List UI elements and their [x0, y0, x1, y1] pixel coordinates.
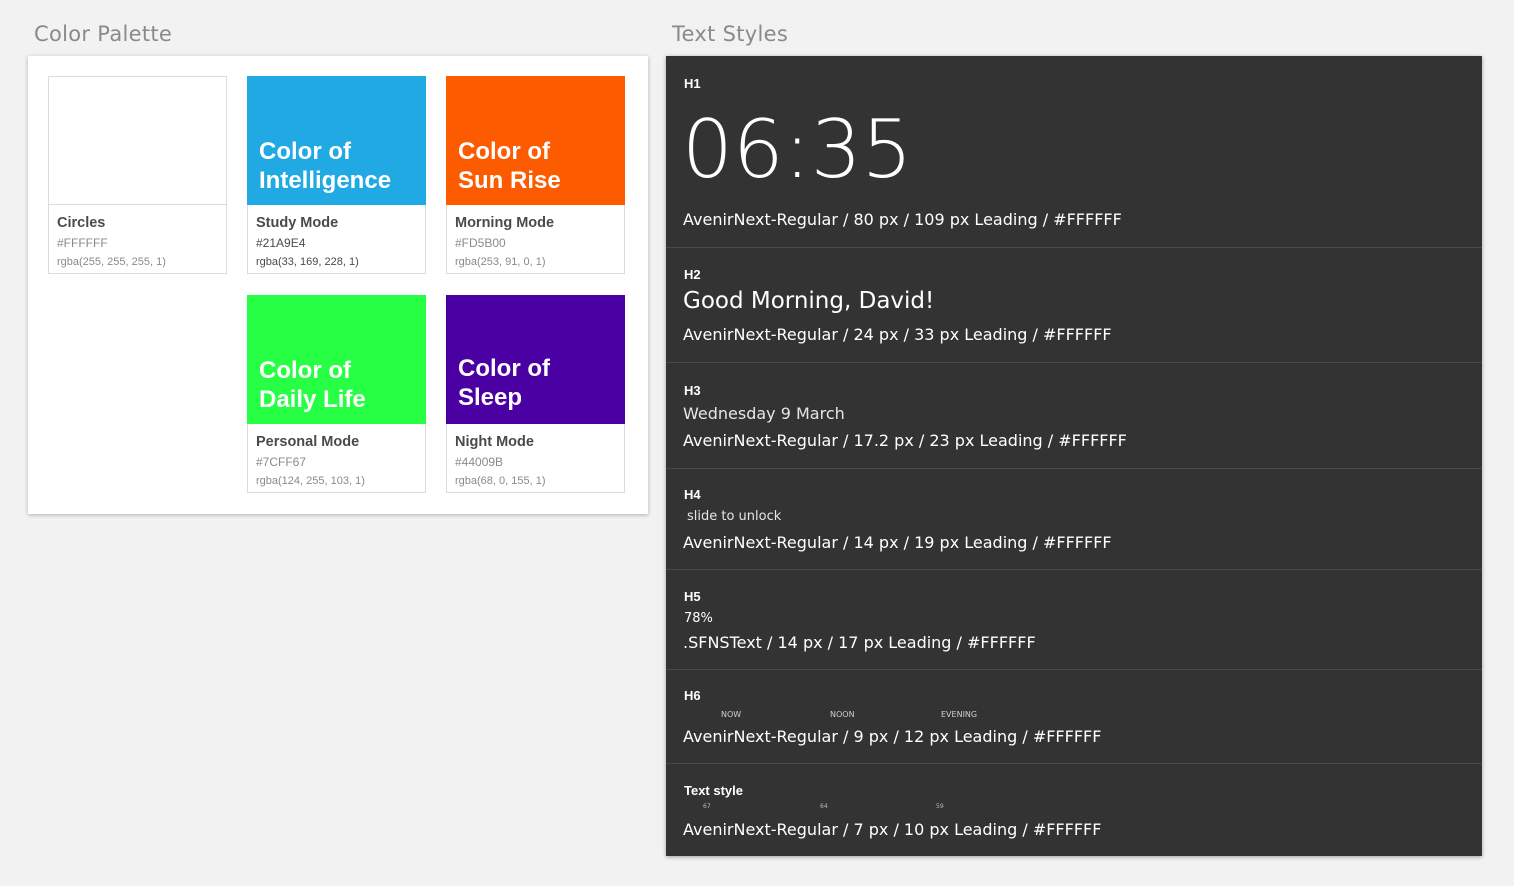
- text-styles-title: Text Styles: [672, 22, 789, 46]
- color-palette-title: Color Palette: [34, 22, 173, 46]
- style-spec: AvenirNext-Regular / 7 px / 10 px Leadin…: [683, 820, 1102, 839]
- swatch-heading: Color of Daily Life: [259, 357, 366, 413]
- swatch-name: Study Mode: [256, 215, 339, 231]
- swatch-hex: #7CFF67: [256, 455, 307, 469]
- caption-sample-2: 64: [820, 803, 828, 810]
- style-label: H2: [684, 267, 701, 282]
- swatch-heading: Color of Sun Rise: [458, 138, 561, 194]
- caption-sample-3: 59: [936, 803, 944, 810]
- h6-sample-now: NOW: [721, 710, 742, 719]
- swatch-color-orange: Color of Sun Rise: [446, 76, 625, 205]
- swatch-rgba: rgba(124, 255, 103, 1): [256, 475, 365, 487]
- swatch-hex: #FFFFFF: [57, 236, 108, 250]
- style-label: H1: [684, 76, 701, 91]
- swatch-hex: #44009B: [455, 455, 504, 469]
- text-style-row-h2[interactable]: H2 Good Morning, David! AvenirNext-Regul…: [666, 248, 1482, 363]
- style-spec: AvenirNext-Regular / 17.2 px / 23 px Lea…: [683, 431, 1127, 450]
- style-spec: AvenirNext-Regular / 80 px / 109 px Lead…: [683, 210, 1122, 229]
- swatch-name: Circles: [57, 215, 106, 231]
- style-label: H3: [684, 383, 701, 398]
- h3-sample: Wednesday 9 March: [683, 404, 845, 423]
- style-label: H6: [684, 688, 701, 703]
- text-styles-panel: H1 06:35 AvenirNext-Regular / 80 px / 10…: [666, 56, 1482, 856]
- swatch-name: Morning Mode: [455, 215, 555, 231]
- text-style-row-h6[interactable]: H6 NOW NOON EVENING AvenirNext-Regular /…: [666, 670, 1482, 764]
- style-spec: .SFNSText / 14 px / 17 px Leading / #FFF…: [683, 633, 1036, 652]
- swatch-color-white: [48, 76, 227, 205]
- swatch-name: Personal Mode: [256, 434, 360, 450]
- h2-sample: Good Morning, David!: [683, 288, 935, 314]
- swatch-card-night-mode[interactable]: Color of Sleep Night Mode #44009B rgba(6…: [446, 295, 625, 493]
- swatch-name: Night Mode: [455, 434, 534, 450]
- swatch-heading: Color of Intelligence: [259, 138, 392, 194]
- color-palette-panel: Circles #FFFFFF rgba(255, 255, 255, 1) C…: [28, 56, 648, 514]
- swatch-color-purple: Color of Sleep: [446, 295, 625, 424]
- swatch-card-study-mode[interactable]: Color of Intelligence Study Mode #21A9E4…: [247, 76, 426, 274]
- style-label: H5: [684, 589, 701, 604]
- swatch-card-personal-mode[interactable]: Color of Daily Life Personal Mode #7CFF6…: [247, 295, 426, 493]
- swatch-rgba: rgba(255, 255, 255, 1): [57, 256, 166, 268]
- swatch-card-circles[interactable]: Circles #FFFFFF rgba(255, 255, 255, 1): [48, 76, 227, 274]
- style-spec: AvenirNext-Regular / 9 px / 12 px Leadin…: [683, 727, 1102, 746]
- text-style-row-h5[interactable]: H5 78% .SFNSText / 14 px / 17 px Leading…: [666, 570, 1482, 670]
- style-label: H4: [684, 487, 701, 502]
- text-style-row-h3[interactable]: H3 Wednesday 9 March AvenirNext-Regular …: [666, 363, 1482, 469]
- text-style-row-h1[interactable]: H1 06:35 AvenirNext-Regular / 80 px / 10…: [666, 56, 1482, 248]
- swatch-rgba: rgba(253, 91, 0, 1): [455, 256, 546, 268]
- style-label: Text style: [684, 783, 744, 798]
- style-spec: AvenirNext-Regular / 24 px / 33 px Leadi…: [683, 325, 1112, 344]
- h6-sample-noon: NOON: [830, 710, 855, 719]
- h1-sample-time: 06:35: [682, 103, 913, 196]
- style-spec: AvenirNext-Regular / 14 px / 19 px Leadi…: [683, 533, 1112, 552]
- text-style-row-h4[interactable]: H4 slide to unlock AvenirNext-Regular / …: [666, 469, 1482, 570]
- swatch-hex: #FD5B00: [455, 236, 506, 250]
- swatch-card-morning-mode[interactable]: Color of Sun Rise Morning Mode #FD5B00 r…: [446, 76, 625, 274]
- swatch-color-green: Color of Daily Life: [247, 295, 426, 424]
- text-style-row-caption[interactable]: Text style 67 64 59 AvenirNext-Regular /…: [666, 764, 1482, 856]
- caption-sample-1: 67: [703, 803, 711, 810]
- h4-sample: slide to unlock: [687, 509, 782, 524]
- swatch-heading: Color of Sleep: [458, 355, 550, 411]
- h6-sample-evening: EVENING: [941, 710, 978, 719]
- swatch-rgba: rgba(68, 0, 155, 1): [455, 475, 546, 487]
- swatch-hex: #21A9E4: [256, 236, 306, 250]
- swatch-rgba: rgba(33, 169, 228, 1): [256, 256, 359, 268]
- h5-sample: 78%: [684, 611, 713, 626]
- swatch-color-blue: Color of Intelligence: [247, 76, 426, 205]
